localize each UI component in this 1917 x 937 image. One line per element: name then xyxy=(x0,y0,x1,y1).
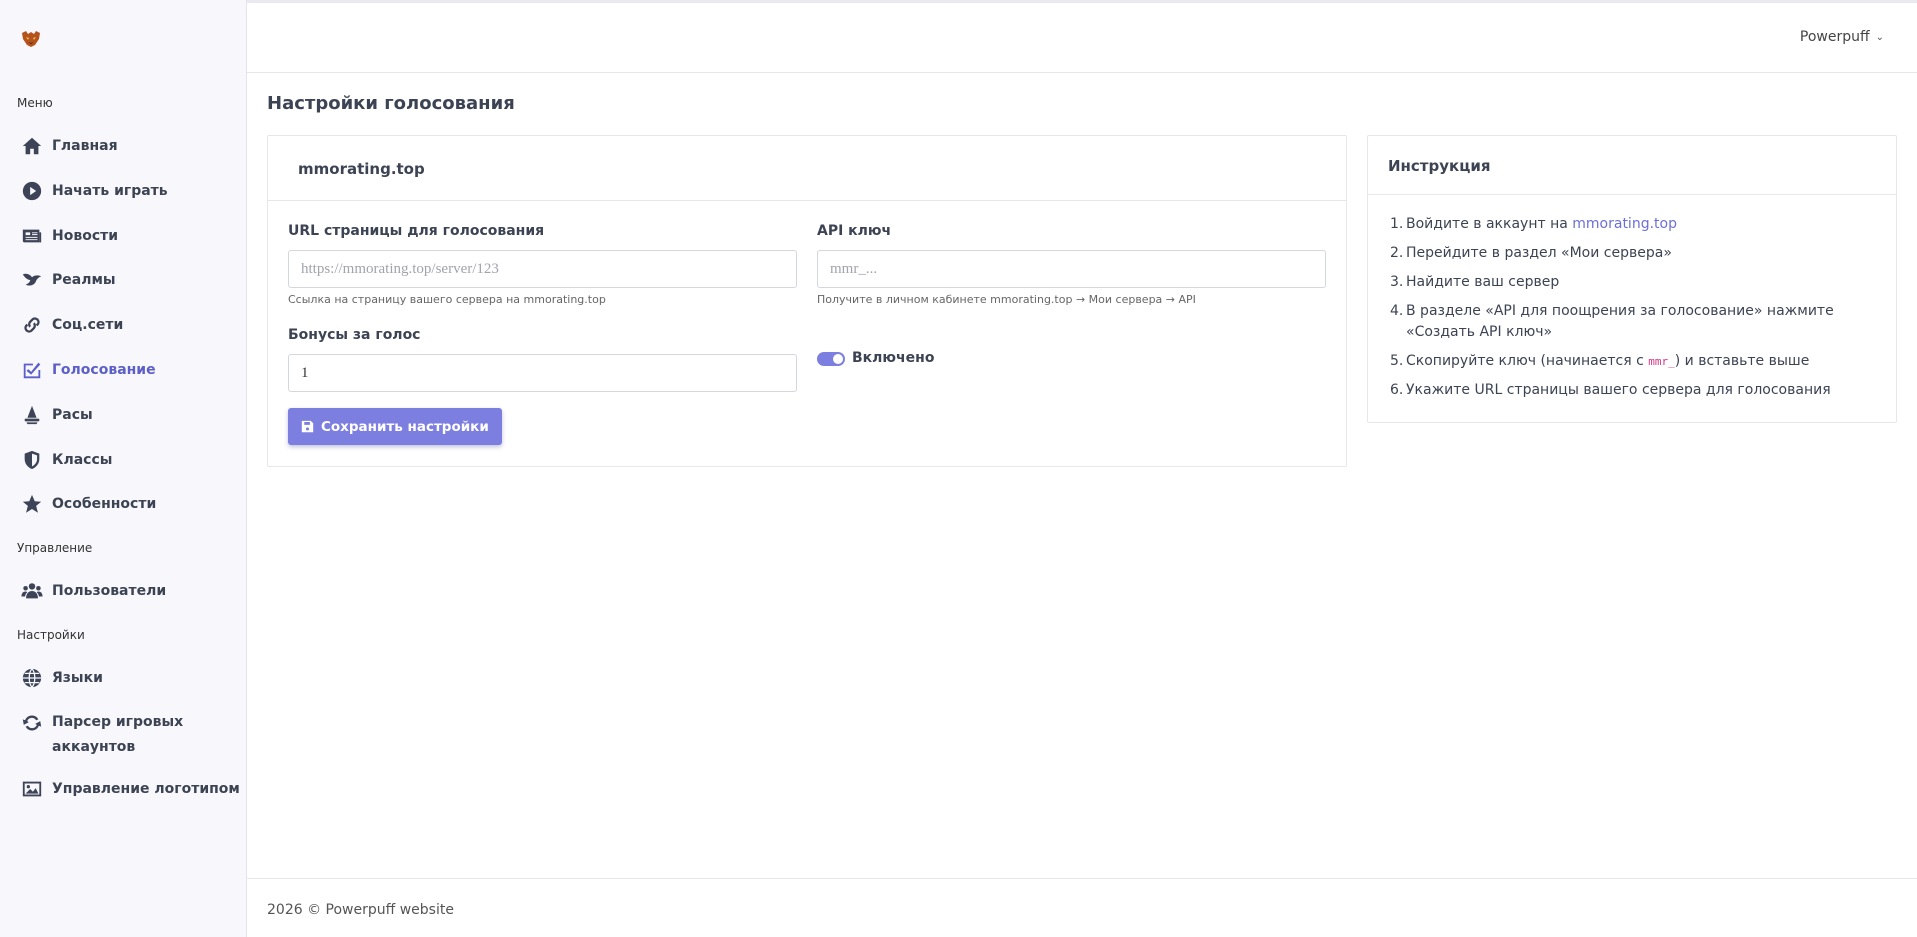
vote-url-input[interactable] xyxy=(288,250,797,288)
sidebar-item-label: Реалмы xyxy=(52,272,116,288)
sidebar-item-voting[interactable]: Голосование xyxy=(20,357,156,383)
footer: 2026 © Powerpuff website xyxy=(247,878,1917,937)
url-help-text: Ссылка на страницу вашего сервера на mmo… xyxy=(288,293,606,306)
save-settings-button[interactable]: Сохранить настройки xyxy=(288,408,502,445)
sidebar-item-label: Парсер игровых аккаунтов xyxy=(52,714,184,755)
sidebar-item-label: Начать играть xyxy=(52,183,168,199)
sync-icon xyxy=(20,711,44,735)
instructions-list: 1. Войдите в аккаунт на mmorating.top 2.… xyxy=(1390,214,1890,409)
sidebar-item-label: Голосование xyxy=(52,362,156,378)
instructions-header: Инструкция xyxy=(1368,136,1896,195)
instruction-step: 3. Найдите ваш сервер xyxy=(1390,274,1560,290)
sidebar-item-label: Языки xyxy=(52,670,103,686)
instruction-step: 5. Скопируйте ключ (начинается с mmr_) и… xyxy=(1390,353,1810,369)
sidebar-item-label: Главная xyxy=(52,138,118,154)
bonus-input[interactable] xyxy=(288,354,797,392)
api-key-help-text: Получите в личном кабинете mmorating.top… xyxy=(817,293,1196,306)
user-name: Powerpuff xyxy=(1799,29,1870,45)
sidebar-item-account-parser[interactable]: Парсер игровых аккаунтов xyxy=(20,710,220,764)
dragon-icon xyxy=(20,268,44,292)
sidebar-item-play[interactable]: Начать играть xyxy=(20,178,168,204)
mmorating-link[interactable]: mmorating.top xyxy=(1572,216,1677,232)
logo[interactable] xyxy=(20,28,42,50)
play-icon xyxy=(20,179,44,203)
wizard-icon xyxy=(20,403,44,427)
key-prefix-code: mmr_ xyxy=(1648,355,1675,368)
star-icon xyxy=(20,492,44,516)
card-header: mmorating.top xyxy=(268,136,1346,201)
globe-icon xyxy=(20,666,44,690)
enabled-toggle[interactable] xyxy=(817,352,845,366)
url-field-label: URL страницы для голосования xyxy=(288,223,545,239)
sidebar-item-label: Классы xyxy=(52,452,113,468)
bonus-field-label: Бонусы за голос xyxy=(288,327,421,343)
sidebar-item-home[interactable]: Главная xyxy=(20,133,118,159)
api-key-label: API ключ xyxy=(817,223,892,239)
sidebar-item-label: Новости xyxy=(52,228,119,244)
instruction-step: 2. Перейдите в раздел «Мои сервера» xyxy=(1390,245,1672,261)
sidebar: Меню Главная Начать играть Новости Реалм… xyxy=(0,0,247,937)
instruction-step: 1. Войдите в аккаунт на mmorating.top xyxy=(1390,216,1677,232)
sidebar-item-news[interactable]: Новости xyxy=(20,223,118,249)
sidebar-item-users[interactable]: Пользователи xyxy=(20,578,166,604)
enabled-toggle-label: Включено xyxy=(852,350,935,366)
shield-icon xyxy=(20,448,44,472)
footer-copyright: 2026 © Powerpuff website xyxy=(267,902,454,918)
vote-icon xyxy=(20,358,44,382)
instruction-step: 4. В разделе «API для поощрения за голос… xyxy=(1390,303,1834,340)
image-icon xyxy=(20,777,44,801)
chevron-down-icon: ⌄ xyxy=(1875,31,1884,43)
sidebar-item-logo-management[interactable]: Управление логотипом xyxy=(20,776,240,802)
sidebar-item-features[interactable]: Особенности xyxy=(20,491,156,517)
sidebar-item-label: Пользователи xyxy=(52,583,167,599)
sidebar-item-label: Соц.сети xyxy=(52,317,124,333)
save-icon xyxy=(301,420,314,433)
sidebar-item-classes[interactable]: Классы xyxy=(20,447,112,473)
sidebar-item-social[interactable]: Соц.сети xyxy=(20,312,123,338)
api-key-input[interactable] xyxy=(817,250,1326,288)
instruction-step: 6. Укажите URL страницы вашего сервера д… xyxy=(1390,382,1831,398)
user-menu[interactable]: Powerpuff ⌄ xyxy=(1800,29,1884,45)
save-button-label: Сохранить настройки xyxy=(321,418,489,435)
sidebar-item-label: Особенности xyxy=(52,496,157,512)
page-title: Настройки голосования xyxy=(267,93,515,114)
newspaper-icon xyxy=(20,224,44,248)
sidebar-item-label: Управление логотипом xyxy=(52,781,240,797)
section-label-settings: Настройки xyxy=(17,628,85,642)
sidebar-item-label: Расы xyxy=(52,407,93,423)
sidebar-item-races[interactable]: Расы xyxy=(20,402,93,428)
section-label-menu: Меню xyxy=(17,96,53,110)
link-icon xyxy=(20,313,44,337)
users-icon xyxy=(20,579,44,603)
section-label-management: Управление xyxy=(17,541,93,555)
sidebar-item-realms[interactable]: Реалмы xyxy=(20,267,116,293)
home-icon xyxy=(20,134,44,158)
top-bar: Powerpuff ⌄ xyxy=(247,3,1917,73)
sidebar-item-languages[interactable]: Языки xyxy=(20,665,103,691)
